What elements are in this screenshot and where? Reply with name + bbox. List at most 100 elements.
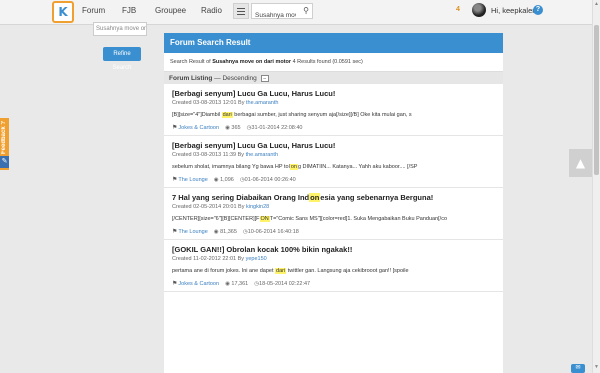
avatar[interactable]	[472, 3, 486, 17]
feedback-icon[interactable]: ✎	[0, 156, 9, 168]
thread-last-post: ◷01-06-2014 00:26:40	[240, 177, 296, 183]
top-navbar: K Forum FJB Groupee Radio ⚲ 4 Hi, keepka…	[0, 0, 600, 25]
thread-created: Created 03-08-2013 11:39 By	[172, 152, 246, 158]
user-greeting[interactable]: Hi, keepkalem	[491, 6, 539, 15]
refine-search-button[interactable]: Refine Search	[103, 47, 141, 71]
thread-forum: ⚑The Lounge	[172, 176, 208, 183]
thread-views: ◉ 365	[225, 125, 241, 131]
thread-created: Created 11-02-2012 22:01 By	[172, 256, 246, 262]
page-scrollbar[interactable]: ▲ ▼	[592, 0, 600, 373]
last-post-time: 01-06-2014 00:26:40	[244, 176, 296, 183]
thread-created: Created 03-08-2013 12:01 By	[172, 100, 246, 106]
thread-author[interactable]: the.amaranth	[246, 100, 278, 106]
forum-link[interactable]: The Lounge	[178, 229, 207, 235]
thread-author[interactable]: the.amaranth	[246, 152, 278, 158]
thread-footer: ⚑The Lounge ◉ 1,096 ◷01-06-2014 00:26:40	[172, 176, 495, 184]
last-post-time: 10-06-2014 16:40:18	[247, 228, 299, 235]
snippet-highlight: dari	[221, 112, 233, 118]
search-icon[interactable]: ⚲	[303, 6, 309, 15]
thread-forum: ⚑Jokes & Cartoon	[172, 124, 219, 131]
thread-snippet: [/CENTER][size="6"][B][CENTER][FONT="Com…	[172, 216, 495, 222]
help-icon[interactable]: ?	[533, 5, 543, 15]
tag-icon: ⚑	[172, 125, 178, 131]
thread-last-post: ◷31-01-2014 22:08:40	[247, 125, 303, 131]
thread-author[interactable]: yepe150	[246, 256, 267, 262]
snippet-pre: [B][size="4"]Diambil	[172, 112, 222, 118]
thread-item: [GOKIL GAN!!] Obrolan kocak 100% bikin n…	[164, 240, 503, 292]
thread-item: 7 Hal yang sering Diabaikan Orang Indone…	[164, 188, 503, 240]
snippet-highlight: on	[289, 164, 298, 170]
back-to-top-icon: ▲	[575, 156, 586, 170]
thread-title[interactable]: [GOKIL GAN!!] Obrolan kocak 100% bikin n…	[172, 245, 495, 255]
thread-snippet: sebelum sholat, imamnya bilang Yg bawa H…	[172, 164, 495, 170]
views-count: 1,096	[220, 176, 234, 183]
snippet-post: T="Comic Sans MS"][color=red]1. Suka Men…	[269, 216, 448, 222]
title-highlight: on	[309, 193, 321, 202]
sort-toggle-icon[interactable]: –	[260, 74, 269, 82]
logo-icon[interactable]: K	[52, 1, 74, 23]
logo-glyph: K	[58, 5, 68, 19]
chat-icon[interactable]: ✉	[571, 364, 585, 373]
thread-snippet: pertama ane di forum jokes. Ini ane dape…	[172, 268, 495, 274]
search-input[interactable]	[252, 8, 296, 23]
menu-icon[interactable]	[233, 3, 249, 19]
refine-panel: Susahnya move on d Refine Search	[93, 22, 147, 71]
thread-views: ◉ 17,361	[225, 281, 248, 287]
snippet-pre: [/CENTER][size="6"][B][CENTER][F	[172, 216, 260, 222]
thread-title[interactable]: [Berbagi senyum] Lucu Ga Lucu, Harus Luc…	[172, 89, 495, 99]
thread-last-post: ◷10-06-2014 16:40:18	[243, 229, 299, 235]
thread-meta: Created 11-02-2012 22:01 By yepe150	[172, 256, 495, 262]
last-post-time: 18-05-2014 02:22:47	[259, 280, 311, 287]
result-header: Forum Search Result	[164, 33, 503, 53]
tag-icon: ⚑	[172, 229, 178, 235]
snippet-post: twittler gan. Langsung aja cekibrooot ga…	[286, 268, 409, 274]
snippet-post: berbagai sumber, just sharing senyum aja…	[232, 112, 412, 118]
thread-forum: ⚑The Lounge	[172, 228, 208, 235]
snippet-pre: pertama ane di forum jokes. Ini ane dape…	[172, 268, 276, 274]
thread-title[interactable]: [Berbagi senyum] Lucu Ga Lucu, Harus Luc…	[172, 141, 495, 151]
thread-views: ◉ 1,096	[214, 177, 234, 183]
thread-forum: ⚑Jokes & Cartoon	[172, 280, 219, 287]
scroll-down-icon[interactable]: ▼	[594, 364, 599, 370]
snippet-post: g DIMATIIN... Katanya... Yahh aku kaboor…	[297, 164, 418, 170]
result-info-suffix: 4 Results found (0.0591 sec)	[291, 59, 363, 65]
thread-title[interactable]: 7 Hal yang sering Diabaikan Orang Indone…	[172, 193, 495, 203]
feedback-label: Feedback ?	[1, 121, 7, 155]
search-result-panel: Forum Search Result Search Result of Sus…	[164, 33, 503, 373]
scroll-up-icon[interactable]: ▲	[594, 1, 599, 7]
thread-meta: Created 03-08-2013 11:39 By the.amaranth	[172, 152, 495, 158]
scroll-thumb[interactable]	[594, 25, 599, 175]
snippet-pre: sebelum sholat, imamnya bilang Yg bawa H…	[172, 164, 290, 170]
thread-item: [Berbagi senyum] Lucu Ga Lucu, Harus Luc…	[164, 136, 503, 188]
thread-views: ◉ 81,365	[214, 229, 237, 235]
forum-link[interactable]: Jokes & Cartoon	[178, 281, 219, 287]
thread-item: [Berbagi senyum] Lucu Ga Lucu, Harus Luc…	[164, 84, 503, 136]
forum-link[interactable]: The Lounge	[178, 177, 207, 183]
last-post-time: 31-01-2014 22:08:40	[251, 124, 303, 131]
nav-radio[interactable]: Radio	[201, 6, 222, 15]
thread-created: Created 02-05-2014 20:01 By	[172, 204, 246, 210]
thread-meta: Created 03-08-2013 12:01 By the.amaranth	[172, 100, 495, 106]
tag-icon: ⚑	[172, 281, 178, 287]
eye-icon: ◉	[225, 280, 230, 287]
nav-fjb[interactable]: FJB	[122, 6, 136, 15]
thread-last-post: ◷18-05-2014 02:22:47	[254, 281, 310, 287]
eye-icon: ◉	[225, 124, 230, 131]
notification-count[interactable]: 4	[456, 6, 460, 13]
refine-search-input[interactable]: Susahnya move on d	[93, 22, 147, 36]
eye-icon: ◉	[213, 176, 219, 183]
result-info: Search Result of Susahnya move on dari m…	[164, 53, 503, 71]
tag-icon: ⚑	[172, 177, 178, 183]
views-count: 81,365	[220, 228, 237, 235]
snippet-highlight: ON	[259, 216, 270, 222]
views-count: 365	[231, 124, 241, 131]
nav-groupee[interactable]: Groupee	[155, 6, 186, 15]
nav-forum[interactable]: Forum	[82, 6, 105, 15]
title-pre: 7 Hal yang sering Diabaikan Orang Ind	[172, 193, 310, 202]
thread-author[interactable]: kingkin28	[246, 204, 269, 210]
listing-label: Forum Listing	[169, 75, 213, 82]
title-post: esia yang sebenarnya Berguna!	[320, 193, 434, 202]
back-to-top-button[interactable]: ▲	[569, 149, 592, 177]
forum-link[interactable]: Jokes & Cartoon	[178, 125, 219, 131]
snippet-highlight: dari	[275, 268, 287, 274]
